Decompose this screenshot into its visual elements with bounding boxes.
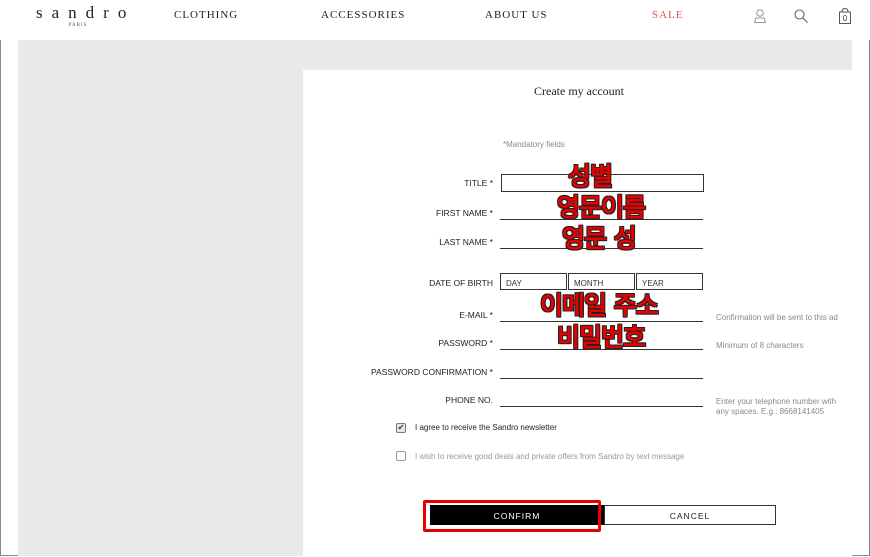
first-name-label: FIRST NAME *	[436, 208, 493, 218]
cart-count: 0	[842, 14, 848, 23]
sms-offers-checkbox[interactable]	[396, 451, 406, 461]
site-header: sandro PARIS CLOTHING ACCESSORIES ABOUT …	[0, 0, 870, 40]
search-icon[interactable]	[793, 8, 809, 24]
nav-accessories[interactable]: ACCESSORIES	[321, 9, 405, 21]
mandatory-note: *Mandatory fields	[503, 140, 565, 149]
nav-about-us[interactable]: ABOUT US	[485, 9, 548, 21]
nav-clothing[interactable]: CLOTHING	[174, 9, 238, 21]
nav-sale[interactable]: SALE	[652, 9, 684, 21]
dob-day-select[interactable]: DAY	[500, 273, 567, 290]
email-hint: Confirmation will be sent to this ad	[716, 313, 838, 322]
dob-label: DATE OF BIRTH	[429, 278, 493, 288]
dob-year-select[interactable]: YEAR	[636, 273, 703, 290]
page-title: Create my account	[534, 84, 624, 98]
annotation-title: 성별	[568, 162, 613, 191]
brand-logo[interactable]: sandro PARIS	[28, 3, 128, 28]
email-label: E-MAIL *	[459, 310, 493, 320]
phone-hint-1: Enter your telephone number with	[716, 397, 837, 406]
last-name-label: LAST NAME *	[439, 237, 493, 247]
email-input[interactable]	[500, 321, 703, 322]
cancel-button[interactable]: CANCEL	[604, 505, 776, 525]
phone-hint-2: any spaces. E.g.: 8668141405	[716, 407, 825, 416]
newsletter-checkbox[interactable]: ✔	[396, 423, 406, 433]
annotation-email: 이메일 주소	[540, 291, 659, 320]
title-label: TITLE *	[464, 178, 493, 188]
sms-offers-label: I wish to receive good deals and private…	[415, 452, 685, 461]
confirm-highlight-box	[423, 500, 601, 532]
annotation-last-name: 영문 성	[562, 224, 637, 253]
dob-month-select[interactable]: MONTH	[568, 273, 635, 290]
user-icon[interactable]	[752, 8, 768, 24]
newsletter-label: I agree to receive the Sandro newsletter	[415, 423, 557, 432]
phone-label: PHONE NO.	[445, 395, 493, 405]
brand-name: sandro	[36, 3, 136, 22]
password-confirm-input[interactable]	[500, 378, 703, 379]
phone-input[interactable]	[500, 406, 703, 407]
password-label: PASSWORD *	[438, 338, 493, 348]
brand-sub: PARIS	[68, 23, 88, 28]
annotation-password: 비밀번호	[557, 323, 646, 352]
annotation-first-name: 영문이름	[557, 193, 646, 222]
password-hint: Minimum of 8 characters	[716, 341, 804, 350]
check-icon: ✔	[397, 423, 405, 432]
password-confirm-label: PASSWORD CONFIRMATION *	[371, 367, 493, 377]
bag-icon[interactable]: 0	[838, 7, 852, 25]
